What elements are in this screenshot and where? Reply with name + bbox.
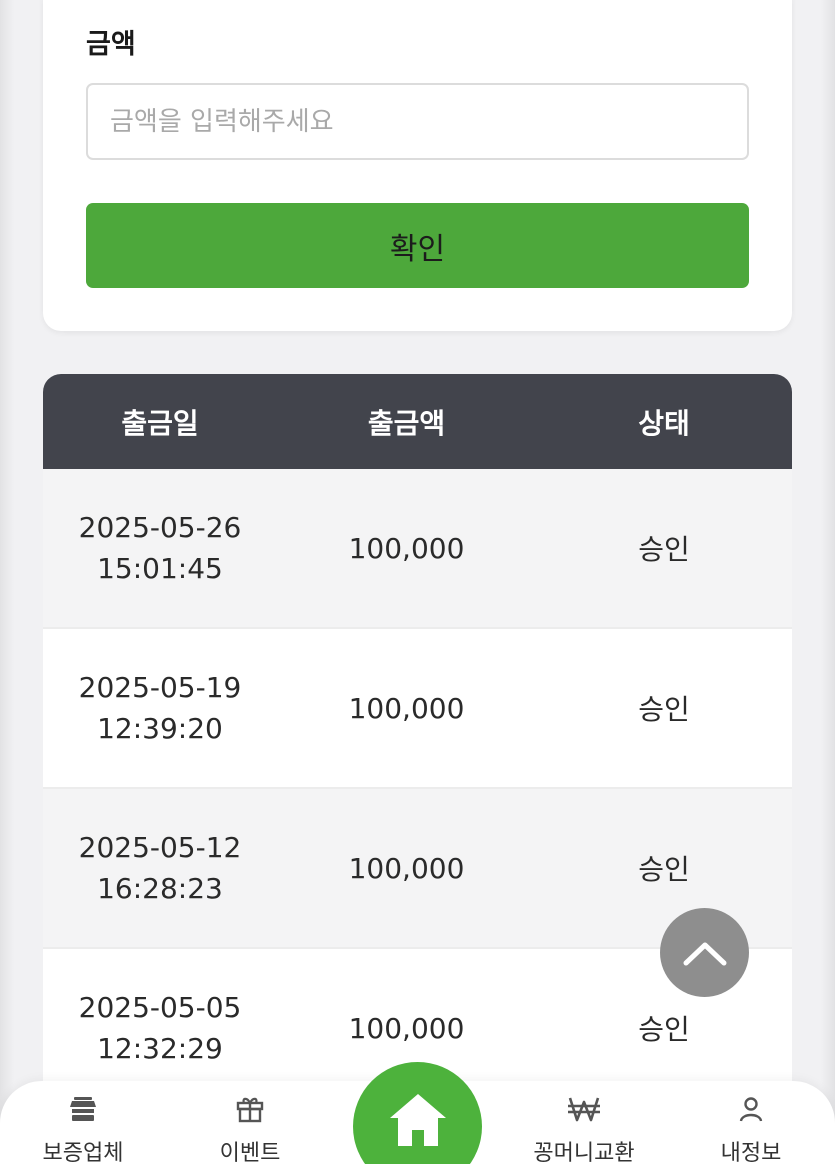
gift-icon xyxy=(236,1097,264,1123)
nav-label: 꽁머니교환 xyxy=(533,1141,635,1164)
nav-item-events[interactable]: 이벤트 xyxy=(175,1091,325,1164)
row-time: 12:32:29 xyxy=(97,1032,223,1065)
row-status: 승인 xyxy=(638,1013,690,1046)
row-amount: 100,000 xyxy=(348,1011,465,1045)
table-row: 2025-05-26 15:01:45 100,000 승인 xyxy=(43,469,792,629)
scroll-top-button[interactable] xyxy=(660,908,749,997)
nav-item-my-info[interactable]: 내정보 xyxy=(676,1091,826,1164)
nav-label: 이벤트 xyxy=(219,1141,281,1164)
won-icon xyxy=(568,1097,600,1122)
store-icon xyxy=(70,1097,96,1121)
row-datetime: 2025-05-05 12:32:29 xyxy=(43,987,277,1069)
row-status: 승인 xyxy=(638,533,690,566)
nav-label: 내정보 xyxy=(720,1141,782,1164)
withdraw-history-table: 출금일 출금액 상태 2025-05-26 15:01:45 100,000 승… xyxy=(43,374,792,1164)
row-datetime: 2025-05-26 15:01:45 xyxy=(43,507,277,589)
chevron-up-icon xyxy=(683,942,726,965)
nav-item-point-exchange[interactable]: 꽁머니교환 xyxy=(509,1091,659,1164)
amount-input[interactable] xyxy=(86,83,749,160)
row-status: 승인 xyxy=(638,853,690,886)
row-amount: 100,000 xyxy=(348,851,465,885)
row-datetime: 2025-05-12 16:28:23 xyxy=(43,827,277,909)
table-header: 출금일 출금액 상태 xyxy=(43,374,792,469)
header-status: 상태 xyxy=(638,406,690,440)
row-time: 16:28:23 xyxy=(97,872,223,905)
row-datetime: 2025-05-19 12:39:20 xyxy=(43,667,277,749)
row-date: 2025-05-12 xyxy=(78,831,242,864)
header-date: 출금일 xyxy=(121,406,199,440)
table-row: 2025-05-19 12:39:20 100,000 승인 xyxy=(43,629,792,789)
row-amount: 100,000 xyxy=(348,531,465,565)
row-status: 승인 xyxy=(638,693,690,726)
amount-label: 금액 xyxy=(86,29,136,60)
row-date: 2025-05-26 xyxy=(78,511,242,544)
row-date: 2025-05-19 xyxy=(78,671,242,704)
row-date: 2025-05-05 xyxy=(78,991,242,1024)
row-time: 12:39:20 xyxy=(97,712,223,745)
home-icon xyxy=(389,1094,446,1146)
user-icon xyxy=(739,1097,763,1122)
row-time: 15:01:45 xyxy=(97,552,223,585)
nav-item-partners[interactable]: 보증업체 xyxy=(8,1091,158,1164)
header-amount: 출금액 xyxy=(367,406,446,440)
row-amount: 100,000 xyxy=(348,691,465,725)
confirm-button[interactable]: 확인 xyxy=(86,203,749,288)
nav-label: 보증업체 xyxy=(42,1141,124,1164)
